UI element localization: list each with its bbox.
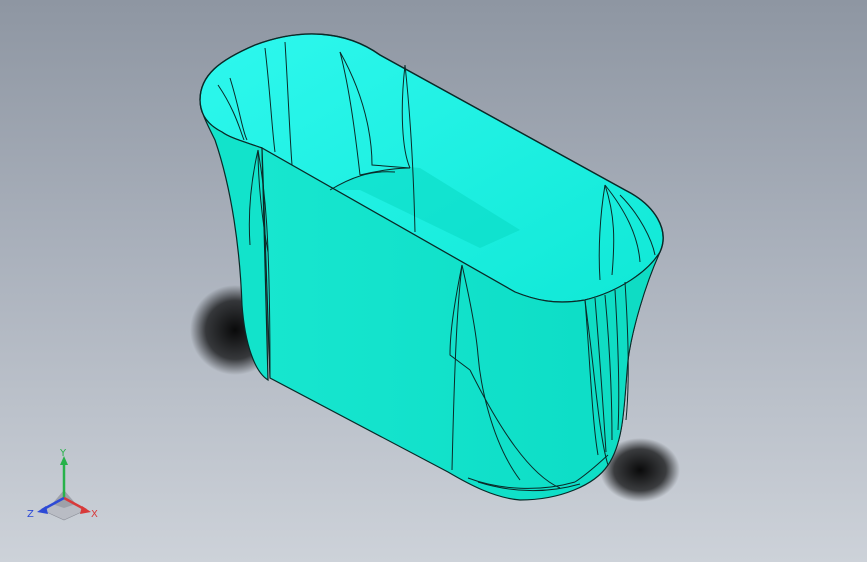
x-axis-label: X: [91, 509, 98, 520]
z-axis-label: Z: [27, 509, 34, 520]
y-axis-label: Y: [59, 448, 67, 459]
graphics-viewport[interactable]: Y X Z: [0, 0, 867, 562]
3d-model-view[interactable]: [0, 0, 867, 562]
axis-triad: Y X Z: [27, 448, 98, 521]
